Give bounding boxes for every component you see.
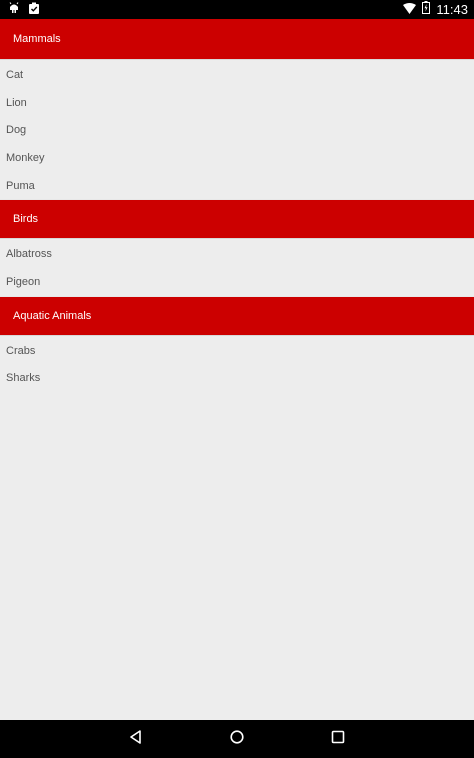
group-title: Aquatic Animals [13,309,92,322]
list-item-label: Cat [6,68,24,81]
list-item[interactable]: Crabs [0,337,474,365]
group-header-mammals[interactable]: Mammals [0,19,474,60]
home-icon [229,729,245,750]
battery-charging-icon [422,0,431,19]
android-debug-icon [8,1,20,19]
list-item[interactable]: Pigeon [0,268,474,296]
group-header-aquatic-animals[interactable]: Aquatic Animals [0,295,474,336]
group-items-aquatic-animals: Crabs Sharks [0,336,474,392]
group-items-mammals: Cat Lion Dog Monkey Puma [0,60,474,199]
list-item-label: Albatross [6,248,52,261]
home-button[interactable] [217,720,257,758]
expandable-list[interactable]: Mammals Cat Lion Dog Monkey Puma Birds A… [0,19,474,720]
list-item-label: Sharks [6,372,41,385]
list-item-label: Monkey [6,151,45,164]
list-item[interactable]: Dog [0,116,474,144]
recents-icon [330,729,346,750]
recents-button[interactable] [318,720,358,758]
group-title: Mammals [13,33,61,45]
status-right-icons: 11:43 [403,0,468,19]
status-time: 11:43 [436,2,468,17]
list-item[interactable]: Sharks [0,365,474,393]
list-item[interactable]: Albatross [0,240,474,268]
list-item[interactable]: Puma [0,172,474,200]
group-items-birds: Albatross Pigeon [0,239,474,295]
list-item-label: Lion [6,96,27,109]
group-title: Birds [13,213,39,226]
clipboard-check-icon [28,1,40,19]
list-item-label: Crabs [6,344,36,357]
list-item-label: Dog [6,124,27,137]
navigation-bar [0,720,474,758]
list-item-label: Puma [6,179,35,192]
list-item[interactable]: Cat [0,61,474,89]
status-left-icons [8,1,40,19]
wifi-icon [403,1,417,19]
group-header-birds[interactable]: Birds [0,199,474,240]
back-button[interactable] [116,720,156,758]
list-item[interactable]: Lion [0,89,474,117]
list-item[interactable]: Monkey [0,144,474,172]
back-icon [128,729,144,750]
status-bar: 11:43 [0,0,474,19]
list-item-label: Pigeon [6,275,41,288]
